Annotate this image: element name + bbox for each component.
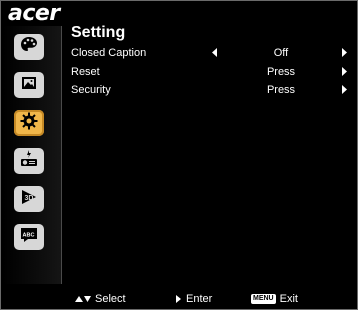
- tab-color[interactable]: [14, 34, 44, 60]
- tab-management[interactable]: [14, 148, 44, 174]
- projector-power-icon: [19, 149, 39, 174]
- 3d-icon: 3D: [19, 187, 39, 212]
- right-arrow-icon[interactable]: [341, 47, 349, 58]
- setting-label: Security: [71, 84, 111, 96]
- abc-language-icon: ABC: [19, 225, 39, 250]
- setting-value: Press: [266, 66, 296, 78]
- tab-image[interactable]: [14, 72, 44, 98]
- left-arrow-icon[interactable]: [210, 47, 218, 58]
- enter-hint: Enter: [176, 293, 212, 305]
- setting-value: Press: [266, 84, 296, 96]
- setting-value: Off: [273, 47, 289, 59]
- tab-language[interactable]: ABC: [14, 224, 44, 250]
- right-arrow-icon[interactable]: [341, 66, 349, 77]
- right-arrow-icon[interactable]: [341, 84, 349, 95]
- abc-icon-label: ABC: [23, 232, 35, 238]
- svg-text:3D: 3D: [25, 195, 34, 202]
- tab-3d[interactable]: 3D: [14, 186, 44, 212]
- setting-row-security[interactable]: Security Press: [71, 84, 351, 100]
- exit-label: Exit: [279, 293, 298, 305]
- acer-logo: acer: [8, 1, 60, 26]
- setting-row-closed-caption[interactable]: Closed Caption Off: [71, 47, 351, 63]
- select-label: Select: [95, 293, 126, 305]
- sidebar: 3D ABC: [3, 26, 62, 284]
- image-icon: [19, 73, 39, 98]
- palette-icon: [19, 35, 39, 60]
- exit-hint: MENU Exit: [251, 293, 298, 305]
- right-arrow-icon: [176, 295, 181, 303]
- setting-label: Closed Caption: [71, 47, 147, 59]
- up-down-arrow-icon: [75, 296, 91, 302]
- enter-label: Enter: [186, 293, 213, 305]
- setting-row-reset[interactable]: Reset Press: [71, 66, 351, 82]
- footer-hints: Select Enter MENU Exit: [1, 293, 357, 309]
- menu-key-icon: MENU: [251, 294, 276, 304]
- osd-menu: acer 3D ABC Setting Closed Caption Off R…: [0, 0, 358, 310]
- page-title: Setting: [71, 24, 126, 41]
- select-hint: Select: [75, 293, 126, 305]
- gear-icon: [19, 111, 39, 136]
- tab-settings[interactable]: [14, 110, 44, 136]
- setting-label: Reset: [71, 66, 100, 78]
